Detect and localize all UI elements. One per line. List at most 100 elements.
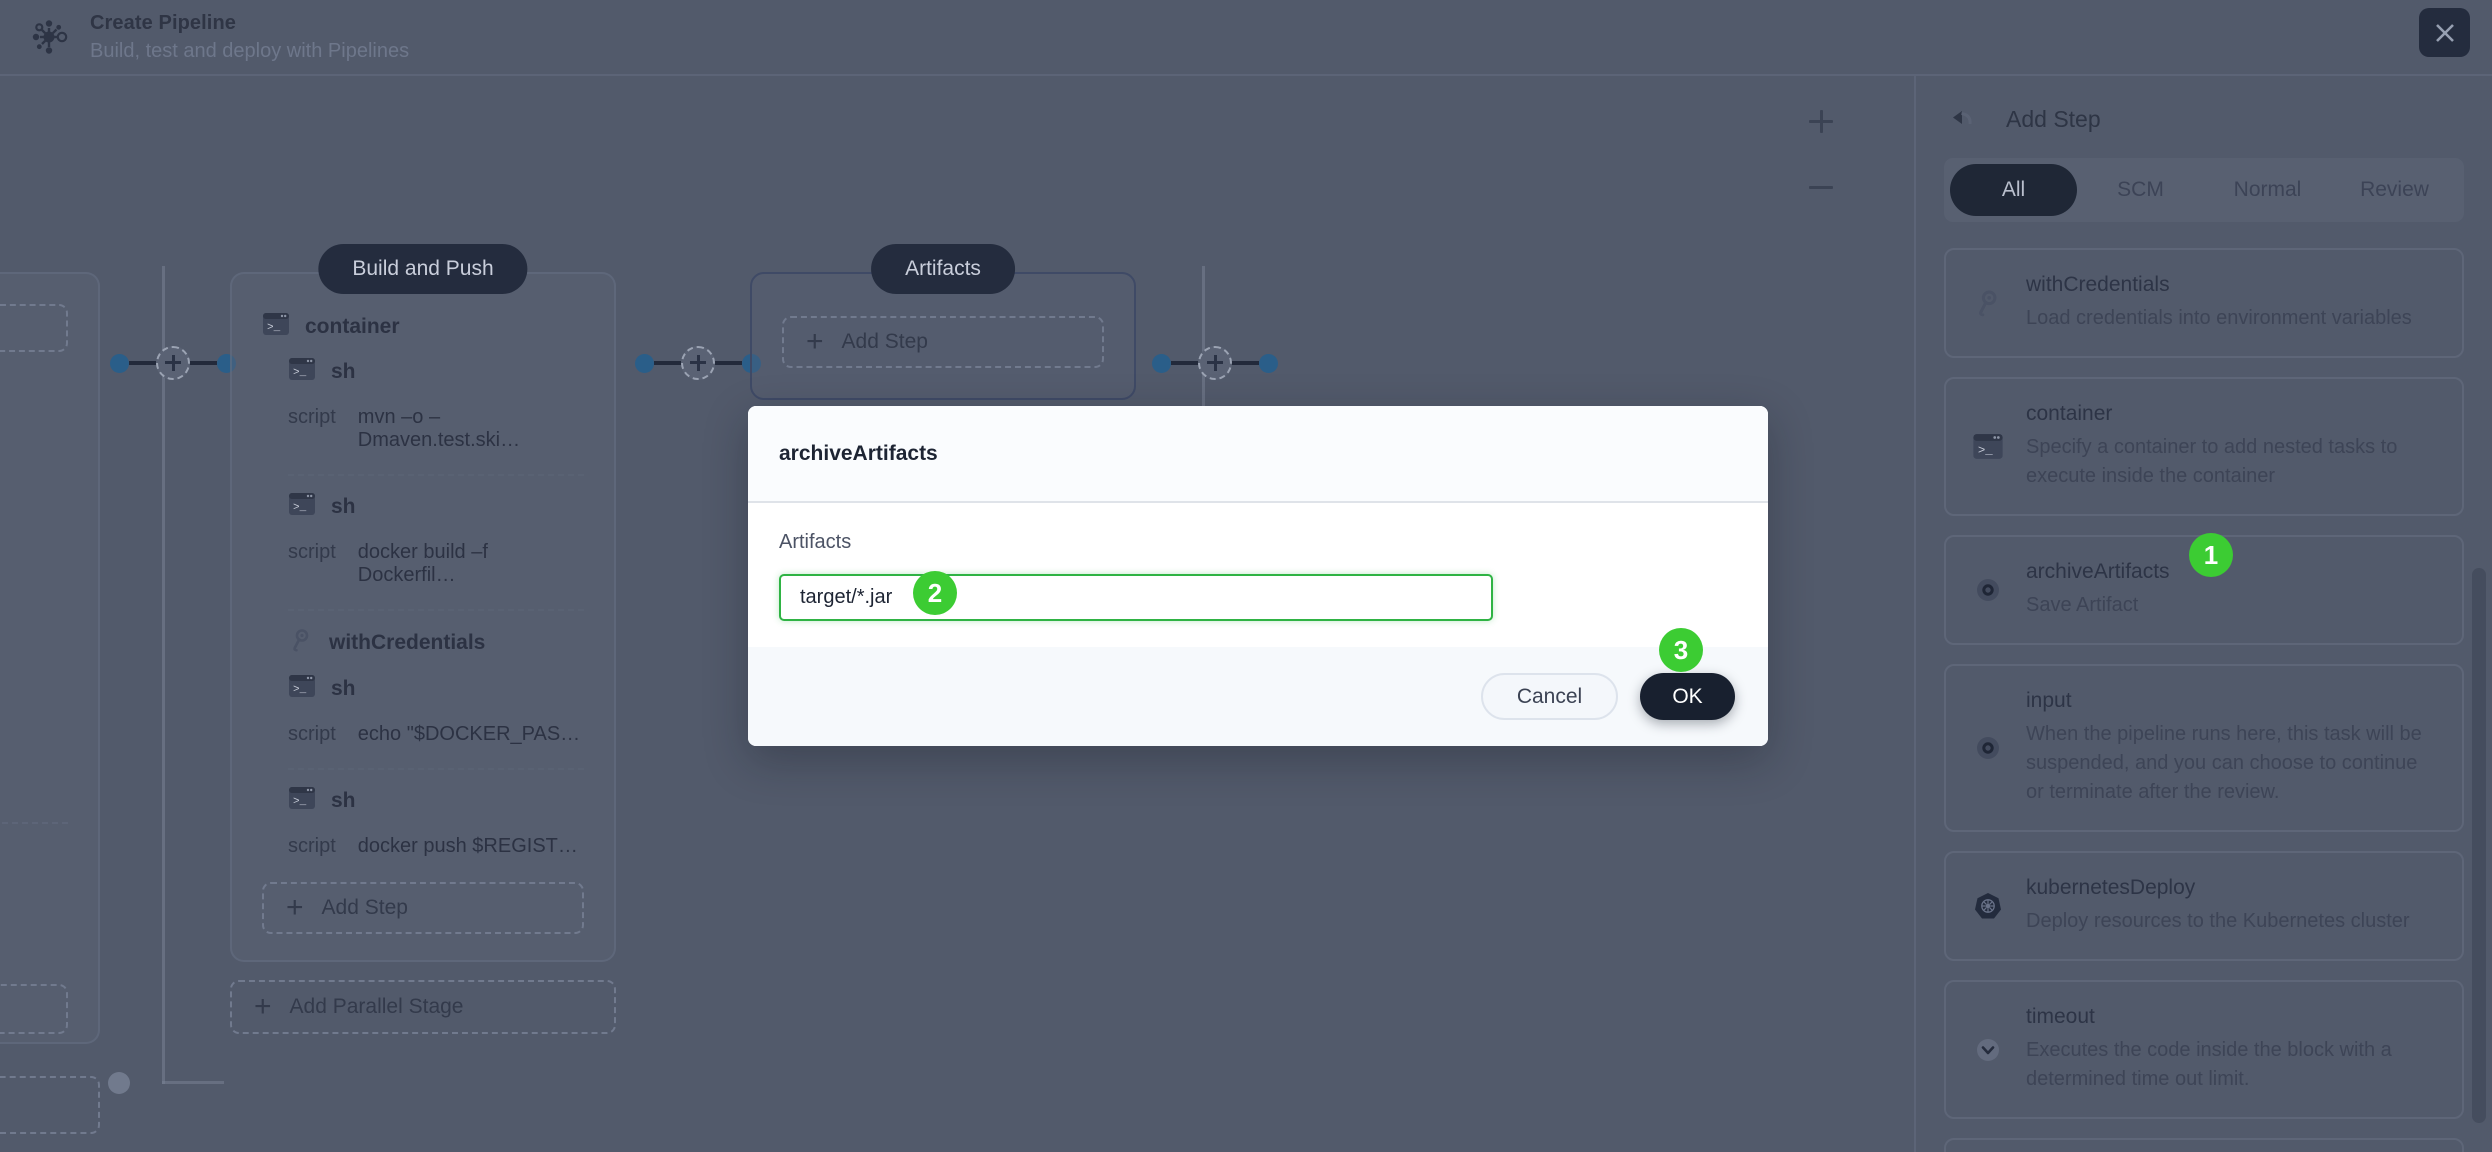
step-sh-2[interactable]: >_ sh script docker build –f Dockerfil…: [262, 478, 584, 613]
add-step-button[interactable]: + Add Step: [782, 316, 1104, 368]
terminal-icon: >_: [288, 357, 316, 386]
svg-text:>_: >_: [293, 367, 307, 379]
step-container[interactable]: >_ container: [262, 298, 584, 343]
close-button[interactable]: [2419, 8, 2470, 57]
add-step-button[interactable]: + Add Step: [262, 882, 584, 934]
step-option-title: kubernetesDeploy: [2026, 876, 2196, 899]
step-param-value: docker push $REGIST…: [357, 835, 578, 857]
step-option-desc: Executes the code inside the block with …: [2026, 1039, 2392, 1090]
kubernetes-icon: [1970, 888, 2006, 924]
step-divider: [288, 609, 584, 611]
add-step-label: Add Step: [841, 330, 928, 353]
connector-segment: [1232, 361, 1259, 365]
key-icon: [288, 627, 314, 658]
step-list: withCredentials Load credentials into en…: [1944, 248, 2464, 1152]
zoom-out-button[interactable]: [1806, 172, 1836, 202]
step-divider: [288, 768, 584, 770]
add-parallel-stage-button[interactable]: + Add Parallel Stage: [230, 980, 616, 1034]
header-texts: Create Pipeline Build, test and deploy w…: [90, 12, 409, 63]
svg-text:>_: >_: [1978, 443, 1993, 457]
pipeline-backbone-line: [162, 266, 165, 1084]
step-param-value: echo "$DOCKER_PAS…: [357, 723, 581, 745]
step-param-value: docker build –f Dockerfil…: [357, 541, 488, 586]
stage-card-partial[interactable]: [0, 272, 100, 1044]
add-parallel-stage-label: Add Parallel Stage: [289, 995, 464, 1018]
stage-label[interactable]: Build and Push: [318, 244, 528, 294]
terminal-icon: >_: [288, 674, 316, 703]
add-step-label: Add Step: [321, 896, 408, 919]
pipeline-backbone-endpoint: [108, 1072, 130, 1094]
archive-icon: [1970, 730, 2006, 766]
app-header: Create Pipeline Build, test and deploy w…: [0, 0, 2492, 76]
step-option-title: archiveArtifacts: [2026, 560, 2170, 583]
step-option-title: container: [2026, 402, 2113, 425]
cancel-button[interactable]: Cancel: [1481, 673, 1618, 720]
step-name: container: [305, 314, 400, 338]
archive-icon: [1970, 572, 2006, 608]
step-option-container[interactable]: >_ container Specify a container to add …: [1944, 377, 2464, 516]
step-param-value: mvn –o –Dmaven.test.ski…: [357, 406, 521, 451]
step-option-desc: Load credentials into environment variab…: [2026, 307, 2412, 329]
stage-build-and-push: Build and Push >_ container >_ sh script…: [230, 244, 616, 1034]
stage-card[interactable]: >_ container >_ sh script mvn –o –Dmaven…: [230, 272, 616, 962]
step-option-withsonarqubeenv[interactable]: withSonarQubeEnv Quickly locate potentia…: [1944, 1138, 2464, 1152]
step-option-desc: When the pipeline runs here, this task w…: [2026, 723, 2422, 803]
add-stage-plus-button[interactable]: [1198, 346, 1232, 380]
dialog-footer: Cancel OK: [748, 647, 1768, 746]
create-pipeline-screen: Create Pipeline Build, test and deploy w…: [0, 0, 2492, 1152]
pipeline-node-icon: [26, 14, 72, 60]
add-stage-plus-button[interactable]: [681, 346, 715, 380]
tab-normal[interactable]: Normal: [2204, 164, 2331, 216]
terminal-icon: >_: [262, 312, 290, 341]
tab-scm[interactable]: SCM: [2077, 164, 2204, 216]
step-sh-4[interactable]: >_ sh script docker push $REGIST…: [262, 772, 584, 860]
archive-artifacts-dialog: archiveArtifacts Artifacts Cancel OK: [748, 406, 1768, 746]
step-option-kubernetesdeploy[interactable]: kubernetesDeploy Deploy resources to the…: [1944, 851, 2464, 961]
connector-dot: [635, 353, 654, 373]
panel-scrollbar[interactable]: [2472, 568, 2486, 1123]
connector-dot: [1259, 353, 1278, 373]
step-option-desc: Deploy resources to the Kubernetes clust…: [2026, 910, 2410, 932]
ok-button[interactable]: OK: [1640, 673, 1735, 720]
chevron-down-circle-icon: [1970, 1032, 2006, 1068]
connector-2: [635, 346, 761, 380]
connector-segment: [129, 361, 156, 365]
connector-3: [1152, 346, 1278, 380]
step-sh-1[interactable]: >_ sh script mvn –o –Dmaven.test.ski…: [262, 343, 584, 478]
step-param-key: script: [288, 541, 336, 563]
partial-add-parallel[interactable]: [0, 1076, 100, 1134]
step-param-key: script: [288, 835, 336, 857]
partial-add-step[interactable]: [0, 984, 68, 1034]
partial-add-button[interactable]: [0, 304, 68, 352]
step-param-key: script: [288, 723, 336, 745]
add-stage-plus-button[interactable]: [156, 346, 190, 380]
dialog-title: archiveArtifacts: [779, 441, 938, 465]
zoom-controls: [1806, 106, 1836, 202]
svg-text:>_: >_: [267, 322, 281, 334]
zoom-in-button[interactable]: [1806, 106, 1836, 136]
tab-all[interactable]: All: [1950, 164, 2077, 216]
step-option-title: withCredentials: [2026, 273, 2170, 296]
step-name: withCredentials: [329, 630, 486, 654]
artifacts-input[interactable]: [779, 574, 1493, 621]
step-sh-3[interactable]: >_ sh script echo "$DOCKER_PAS…: [262, 660, 584, 772]
key-icon: [1970, 285, 2006, 321]
partial-divider: [0, 822, 68, 824]
tab-review[interactable]: Review: [2331, 164, 2458, 216]
panel-title: Add Step: [2006, 105, 2101, 132]
step-withcredentials[interactable]: withCredentials: [262, 613, 584, 660]
back-arrow-icon[interactable]: [1949, 105, 1977, 133]
step-option-withcredentials[interactable]: withCredentials Load credentials into en…: [1944, 248, 2464, 358]
step-option-timeout[interactable]: timeout Executes the code inside the blo…: [1944, 980, 2464, 1119]
step-category-tabs: All SCM Normal Review: [1944, 158, 2464, 222]
pipeline-backbone-elbow: [162, 1081, 224, 1084]
svg-text:>_: >_: [293, 684, 307, 696]
step-divider: [288, 474, 584, 476]
step-option-input[interactable]: input When the pipeline runs here, this …: [1944, 664, 2464, 832]
terminal-icon: >_: [288, 492, 316, 521]
connector-dot: [1152, 353, 1171, 373]
step-option-desc: Specify a container to add nested tasks …: [2026, 436, 2398, 487]
step-option-desc: Save Artifact: [2026, 594, 2139, 616]
stage-label[interactable]: Artifacts: [871, 244, 1015, 294]
close-icon: [2435, 23, 2454, 42]
